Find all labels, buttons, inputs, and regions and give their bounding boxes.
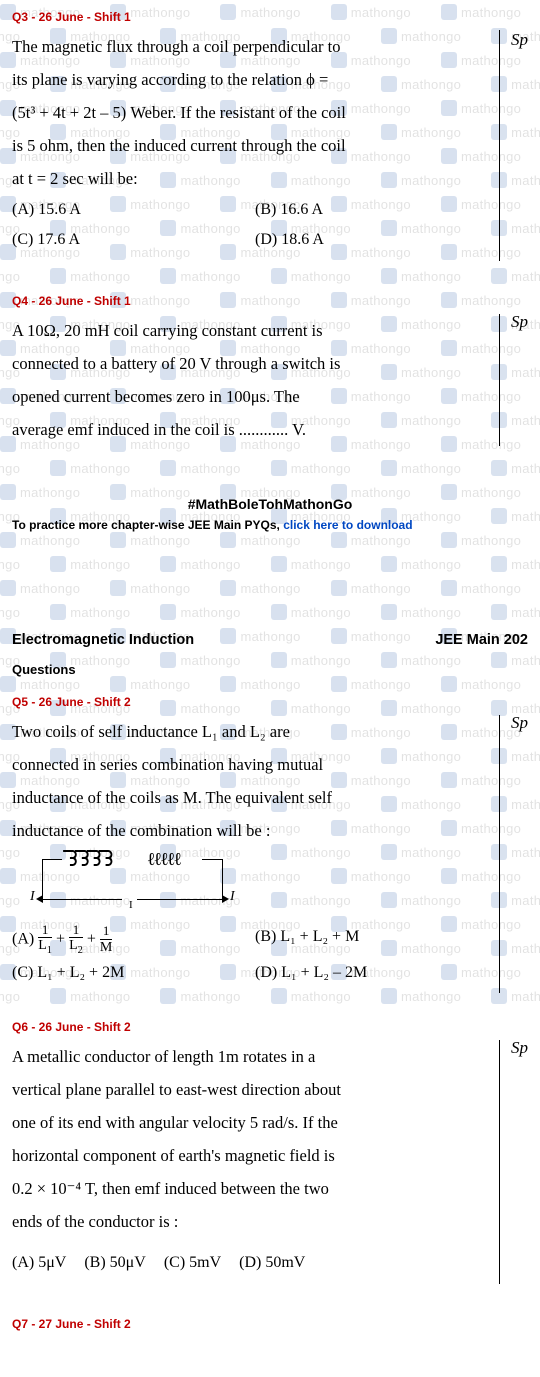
q7-header: Q7 - 27 June - Shift 2 [12, 1317, 528, 1331]
q3-header: Q3 - 26 June - Shift 1 [12, 10, 528, 24]
space-tag: Sp [511, 30, 528, 50]
q4-header: Q4 - 26 June - Shift 1 [12, 294, 528, 308]
option-b[interactable]: (B) L₁ + L₂ + M [255, 922, 498, 958]
option-c[interactable]: (C) 17.6 A [12, 225, 255, 255]
text-line: inductance of the coils as M. The equiva… [12, 788, 332, 807]
option-a-prefix: (A) [12, 930, 38, 947]
vertical-rule [499, 715, 500, 993]
text-line: The magnetic flux through a coil perpend… [12, 37, 341, 56]
current-label-bottom: I [129, 899, 133, 911]
text-line: (5t³ + 4t + 2t – 5) Weber. If the resist… [12, 103, 346, 122]
option-d[interactable]: (D) 50mV [239, 1248, 305, 1278]
page-break [0, 542, 540, 632]
question-q4: Q4 - 26 June - Shift 1 Sp A 10Ω, 20 mH c… [0, 266, 540, 456]
space-tag: Sp [511, 1038, 528, 1058]
question-q7: Q7 - 27 June - Shift 2 [0, 1289, 540, 1341]
vertical-rule [499, 30, 500, 261]
q6-options: (A) 5μV (B) 50μV (C) 5mV (D) 50mV [12, 1248, 528, 1278]
text-line: Two coils of self inductance L₁ and L₂ a… [12, 722, 290, 741]
text-line: at t = 2 sec will be: [12, 169, 138, 188]
circuit-diagram: ᘊᘊᘊᘊ ℓℓℓℓℓ I I I [32, 857, 232, 912]
option-c[interactable]: (C) L₁ + L₂ + 2M [12, 958, 255, 988]
question-q3: Q3 - 26 June - Shift 1 Sp The magnetic f… [0, 0, 540, 266]
hashtag-promo: #MathBoleTohMathonGo [0, 456, 540, 518]
option-a[interactable]: (A) 1L1 + 1L2 + 1M [12, 922, 255, 958]
questions-subheader: Questions [0, 662, 540, 677]
text-line: 0.2 × 10⁻⁴ T, then emf induced between t… [12, 1179, 329, 1198]
text-line: its plane is varying according to the re… [12, 70, 328, 89]
text-line: A metallic conductor of length 1m rotate… [12, 1047, 315, 1066]
text-line: one of its end with angular velocity 5 r… [12, 1113, 338, 1132]
text-line: is 5 ohm, then the induced current throu… [12, 136, 346, 155]
q3-text: The magnetic flux through a coil perpend… [12, 30, 528, 195]
text-line: horizontal component of earth's magnetic… [12, 1146, 335, 1165]
space-tag: Sp [511, 312, 528, 332]
download-link[interactable]: click here to download [283, 518, 412, 532]
current-label-left: I [30, 889, 35, 905]
text-line: A 10Ω, 20 mH coil carrying constant curr… [12, 321, 323, 340]
text-line: average emf induced in the coil is .....… [12, 420, 306, 439]
q6-header: Q6 - 26 June - Shift 2 [12, 1020, 528, 1034]
q6-text: A metallic conductor of length 1m rotate… [12, 1040, 528, 1238]
q5-header: Q5 - 26 June - Shift 2 [12, 695, 528, 709]
text-line: opened current becomes zero in 100μs. Th… [12, 387, 300, 406]
question-q6: Q6 - 26 June - Shift 2 Sp A metallic con… [0, 998, 540, 1288]
text-line: inductance of the combination will be : [12, 821, 270, 840]
option-d[interactable]: (D) L₁ + L₂ – 2M [255, 958, 498, 988]
option-a[interactable]: (A) 5μV [12, 1248, 66, 1278]
text-line: ends of the conductor is : [12, 1212, 178, 1231]
chapter-header: Electromagnetic Induction JEE Main 202 [0, 632, 540, 648]
content-area: Q3 - 26 June - Shift 1 Sp The magnetic f… [0, 0, 540, 1341]
vertical-rule [499, 314, 500, 446]
option-a[interactable]: (A) 15.6 A [12, 195, 255, 225]
space-tag: Sp [511, 713, 528, 733]
current-label-right: I [230, 889, 235, 905]
practice-line: To practice more chapter-wise JEE Main P… [0, 518, 540, 542]
question-q5: Q5 - 26 June - Shift 2 Sp Two coils of s… [0, 695, 540, 998]
option-c[interactable]: (C) 5mV [164, 1248, 221, 1278]
chapter-title: Electromagnetic Induction [12, 632, 194, 648]
text-line: connected to a battery of 20 V through a… [12, 354, 340, 373]
text-line: vertical plane parallel to east-west dir… [12, 1080, 341, 1099]
practice-prefix: To practice more chapter-wise JEE Main P… [12, 518, 283, 532]
q5-text: Two coils of self inductance L₁ and L₂ a… [12, 715, 528, 847]
option-b[interactable]: (B) 50μV [84, 1248, 145, 1278]
exam-tag: JEE Main 202 [435, 632, 528, 648]
text-line: connected in series combination having m… [12, 755, 323, 774]
q4-text: A 10Ω, 20 mH coil carrying constant curr… [12, 314, 528, 446]
q5-options: (A) 1L1 + 1L2 + 1M (B) L₁ + L₂ + M (C) L… [12, 922, 528, 988]
option-b[interactable]: (B) 16.6 A [255, 195, 498, 225]
option-d[interactable]: (D) 18.6 A [255, 225, 498, 255]
vertical-rule [499, 1040, 500, 1283]
q3-options: (A) 15.6 A (B) 16.6 A (C) 17.6 A (D) 18.… [12, 195, 528, 256]
